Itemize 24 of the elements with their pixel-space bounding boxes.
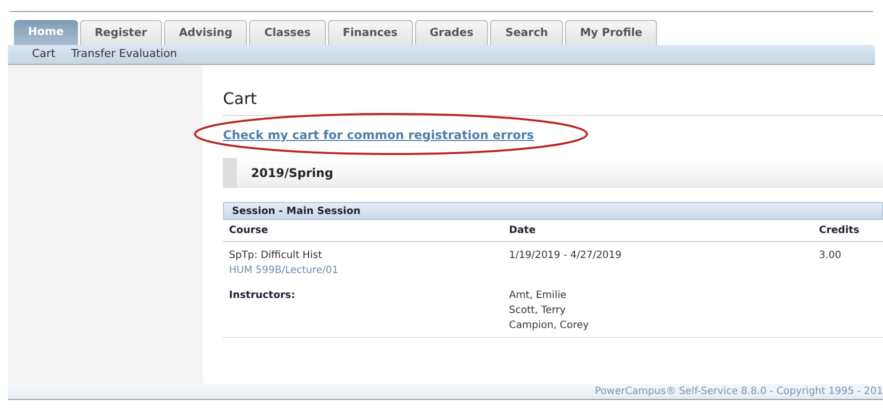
instructor-name: Scott, Terry xyxy=(509,304,567,318)
instructors-label: Instructors: xyxy=(229,289,296,303)
nav-tab[interactable]: Advising xyxy=(164,20,248,45)
course-name: SpTp: Difficult Hist xyxy=(229,249,323,263)
subnav-link[interactable]: Transfer Evaluation xyxy=(71,46,178,63)
session-title: Session - Main Session xyxy=(232,204,360,218)
page-title: Cart xyxy=(223,87,883,116)
instructor-name: Amt, Emilie xyxy=(509,289,568,303)
nav-tab[interactable]: Classes xyxy=(249,20,326,45)
column-header: Date xyxy=(509,224,537,238)
course-date: 1/19/2019 - 4/27/2019 xyxy=(509,249,623,263)
instructor-name: Campion, Corey xyxy=(509,319,590,333)
term-label: 2019/Spring xyxy=(250,165,334,182)
nav-tab[interactable]: Search xyxy=(490,20,563,45)
nav-tab[interactable]: My Profile xyxy=(564,20,658,45)
column-header: Course xyxy=(229,224,269,238)
column-header: Credits xyxy=(819,224,860,238)
nav-tab[interactable]: Finances xyxy=(328,20,413,45)
nav-tab[interactable]: Grades xyxy=(414,20,488,45)
course-credits: 3.00 xyxy=(819,249,842,263)
subnav-link[interactable]: Cart xyxy=(32,46,56,63)
footer-copyright: PowerCampus® Self-Service 8.8.0 - Copyright 1995 - 201 xyxy=(594,385,883,399)
course-section-link[interactable]: HUM 599B/Lecture/01 xyxy=(229,263,509,278)
nav-tab[interactable]: Register xyxy=(80,20,162,45)
